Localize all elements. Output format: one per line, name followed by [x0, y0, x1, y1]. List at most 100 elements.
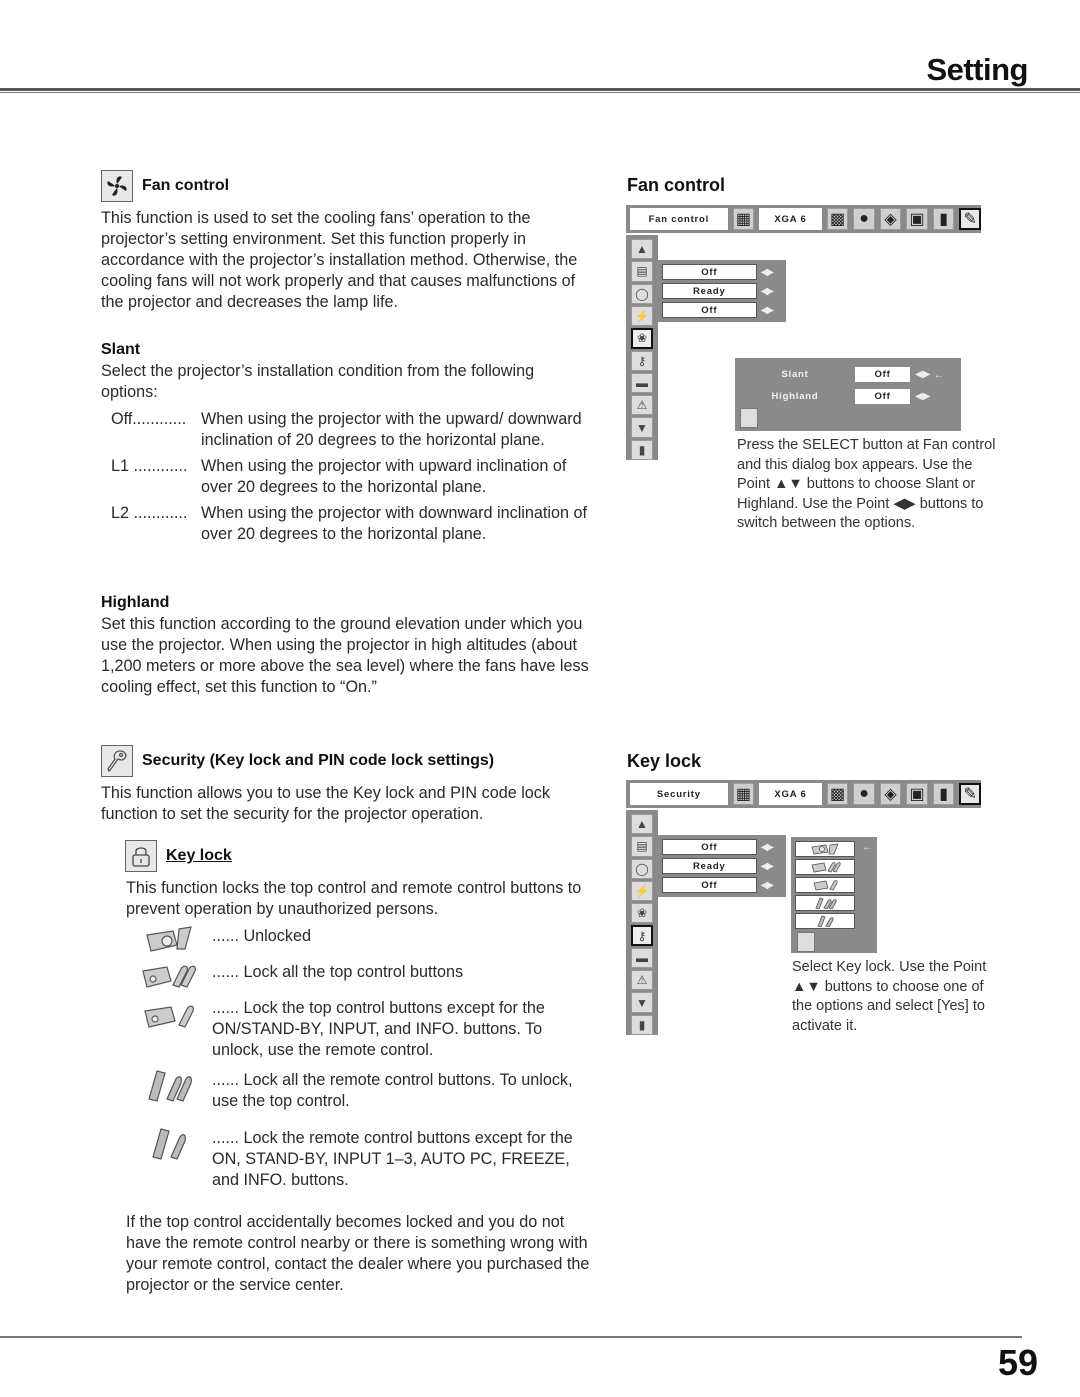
key-icon[interactable]: ⚷ — [631, 925, 653, 946]
value-field[interactable]: Ready — [662, 858, 757, 874]
input-icon[interactable]: ▦ — [732, 208, 755, 230]
exit-icon[interactable]: ▮ — [631, 1014, 653, 1036]
sound-icon[interactable]: ▮ — [932, 783, 955, 805]
value-row: Off ◀▶ — [662, 839, 782, 855]
slant-intro: Select the projector’s installation cond… — [101, 362, 535, 401]
warning-icon[interactable]: ⚠ — [631, 970, 653, 991]
left-right-arrows-icon[interactable]: ◀▶ — [761, 286, 782, 297]
key-lock-option-lock-all-remote: ...... Lock all the remote control butto… — [126, 1069, 596, 1127]
fan-control-heading-row: Fan control — [101, 170, 229, 202]
padlock-icon — [125, 840, 157, 872]
power-icon[interactable]: ⚡ — [631, 880, 653, 902]
image-select-icon[interactable]: ● — [853, 208, 875, 230]
value-row: Off ◀▶ — [662, 877, 782, 893]
exit-icon[interactable]: ▮ — [631, 439, 653, 461]
value-field[interactable]: Off — [662, 302, 757, 318]
value-field[interactable]: Off — [662, 839, 757, 855]
key-lock-option-lock-all-top[interactable] — [795, 859, 855, 875]
left-right-arrows-icon[interactable]: ◀▶ — [761, 880, 782, 891]
setting-icon[interactable]: ✎ — [959, 208, 981, 230]
option-text: ...... Unlocked — [212, 927, 311, 945]
key-lock-option-lock-all-remote[interactable] — [795, 895, 855, 911]
key-lock-option-unlocked: ...... Unlocked — [126, 925, 596, 961]
security-menu-bar: Security ▦ XGA 6 ▩ ● ◈ ▣ ▮ ✎ — [626, 780, 981, 808]
screen-icon[interactable]: ▣ — [906, 783, 928, 805]
pointer-arrow-icon: ← — [933, 368, 945, 381]
key-lock-option-lock-top-except: ...... Lock the top control buttons exce… — [126, 997, 596, 1069]
dialog-value[interactable]: Off — [855, 389, 910, 404]
input-label: XGA 6 — [759, 783, 822, 805]
value-field[interactable]: Ready — [662, 283, 757, 299]
left-right-arrows-icon[interactable]: ◀▶ — [915, 391, 930, 402]
left-right-arrows-icon[interactable]: ◀▶ — [761, 861, 782, 872]
value-field[interactable]: Off — [662, 877, 757, 893]
screen-icon[interactable]: ▬ — [631, 947, 653, 969]
option-text: ...... Lock all the remote control butto… — [212, 1071, 573, 1110]
left-right-arrows-icon[interactable]: ◀▶ — [761, 842, 782, 853]
dialog-row-highland: Highland Off ◀▶ — [735, 389, 930, 404]
down-arrow-icon[interactable]: ▼ — [631, 992, 653, 1013]
menu-icon[interactable]: ▤ — [631, 261, 653, 282]
down-arrow-icon[interactable]: ▼ — [631, 417, 653, 438]
key-icon[interactable]: ⚷ — [631, 350, 653, 371]
key-lock-option-unlocked[interactable] — [795, 841, 855, 857]
pc-adjust-icon[interactable]: ▩ — [826, 783, 849, 805]
left-right-arrows-icon[interactable]: ◀▶ — [915, 369, 930, 380]
image-adjust-icon[interactable]: ◈ — [879, 208, 902, 230]
exit-icon[interactable] — [740, 408, 758, 428]
value-row: Ready ◀▶ — [662, 283, 782, 299]
security-heading-row: Security (Key lock and PIN code lock set… — [101, 745, 494, 777]
slant-options-list: Off............ When using the projector… — [101, 409, 596, 550]
warning-icon[interactable]: ⚠ — [631, 395, 653, 416]
option-term: Off............ — [111, 410, 187, 428]
option-text: ...... Lock the top control buttons exce… — [212, 999, 545, 1059]
lock-all-top-icon — [126, 961, 212, 997]
key-lock-option-lock-top-except[interactable] — [795, 877, 855, 893]
menu-title: Security — [630, 783, 728, 805]
option-term: L1 ............ — [111, 457, 188, 475]
security-intro: This function allows you to use the Key … — [101, 784, 550, 823]
dialog-row-slant: Slant Off ◀▶ ← — [735, 367, 944, 382]
input-icon[interactable]: ▦ — [732, 783, 755, 805]
screen-icon[interactable]: ▬ — [631, 372, 653, 394]
security-side-menu: ▲ ▤ ◯ ⚡ ❀ ⚷ ▬ ⚠ ▼ ▮ — [626, 810, 658, 1036]
left-right-arrows-icon[interactable]: ◀▶ — [761, 305, 782, 316]
menu-icon[interactable]: ▤ — [631, 836, 653, 857]
fan-control-dialog: Slant Off ◀▶ ← Highland Off ◀▶ — [735, 358, 961, 431]
security-values-panel: Off ◀▶ Ready ◀▶ Off ◀▶ — [658, 835, 786, 897]
lamp-icon[interactable]: ◯ — [631, 283, 653, 304]
option-desc: When using the projector with upward inc… — [201, 457, 567, 496]
header-rule-thin — [0, 92, 1080, 93]
setting-icon[interactable]: ✎ — [959, 783, 981, 805]
pc-adjust-icon[interactable]: ▩ — [826, 208, 849, 230]
menu-title: Fan control — [630, 208, 728, 230]
dialog-value[interactable]: Off — [855, 367, 910, 382]
exit-icon[interactable] — [797, 932, 815, 952]
fan-icon[interactable]: ❀ — [631, 903, 653, 924]
highland-heading: Highland — [101, 594, 170, 611]
key-lock-intro: This function locks the top control and … — [126, 879, 582, 918]
up-arrow-icon[interactable]: ▲ — [631, 239, 653, 260]
screen-icon[interactable]: ▣ — [906, 208, 928, 230]
slant-option-l1: L1 ............ When using the projector… — [101, 456, 596, 498]
dialog-label: Highland — [771, 391, 819, 402]
key-lock-heading-row: Key lock — [125, 840, 232, 872]
fan-control-menu-bar: Fan control ▦ XGA 6 ▩ ● ◈ ▣ ▮ ✎ — [626, 205, 981, 233]
option-text: ...... Lock the remote control buttons e… — [212, 1129, 573, 1189]
slant-heading: Slant — [101, 341, 141, 358]
fan-control-heading: Fan control — [142, 177, 230, 194]
key-icon — [101, 745, 133, 777]
slant-option-off: Off............ When using the projector… — [101, 409, 596, 451]
page-number: 59 — [997, 1342, 1038, 1383]
sound-icon[interactable]: ▮ — [932, 208, 955, 230]
image-adjust-icon[interactable]: ◈ — [879, 783, 902, 805]
image-select-icon[interactable]: ● — [853, 783, 875, 805]
key-lock-option-lock-all-top: ...... Lock all the top control buttons — [126, 961, 596, 997]
lamp-icon[interactable]: ◯ — [631, 858, 653, 879]
key-lock-option-lock-remote-except[interactable] — [795, 913, 855, 929]
power-icon[interactable]: ⚡ — [631, 305, 653, 327]
left-right-arrows-icon[interactable]: ◀▶ — [761, 267, 782, 278]
up-arrow-icon[interactable]: ▲ — [631, 814, 653, 835]
fan-icon[interactable]: ❀ — [631, 328, 653, 349]
value-field[interactable]: Off — [662, 264, 757, 280]
